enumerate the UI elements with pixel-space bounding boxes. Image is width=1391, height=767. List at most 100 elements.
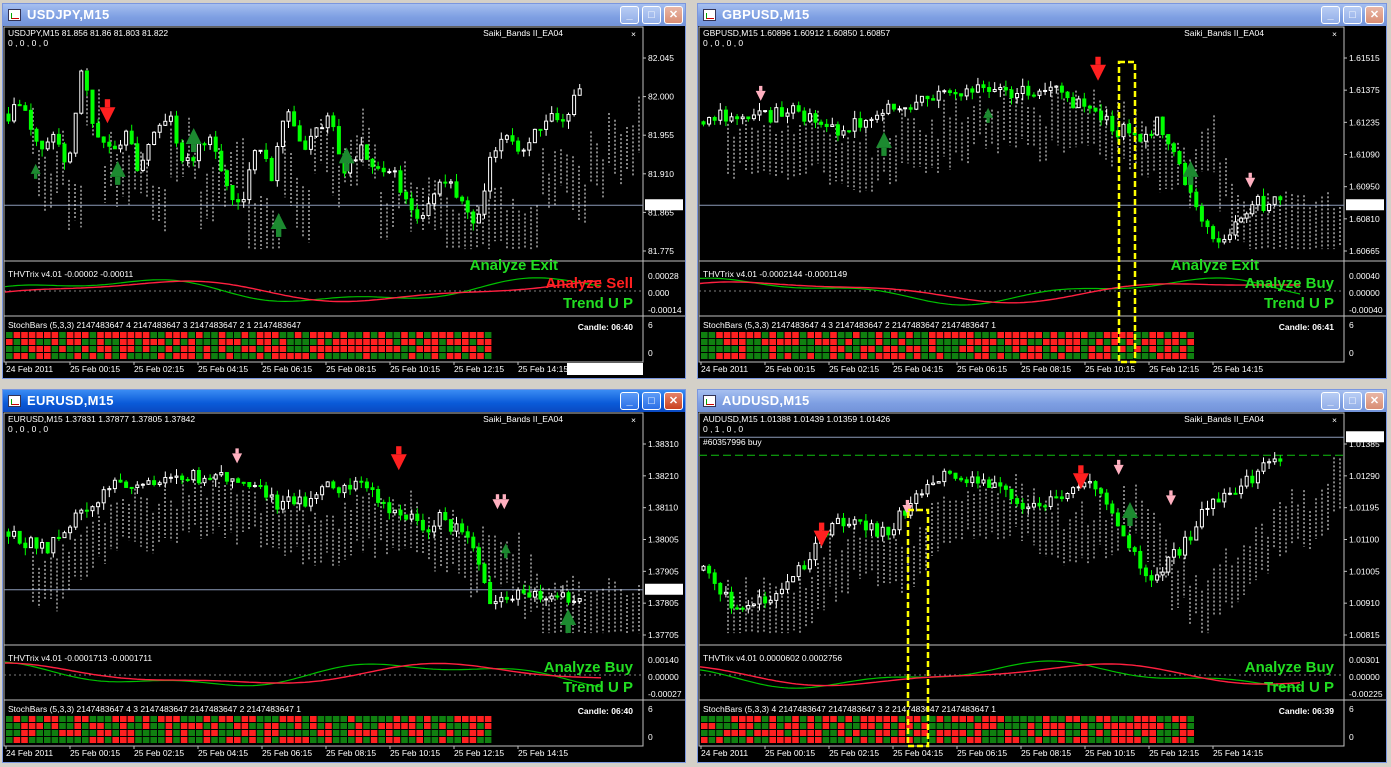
candle-body <box>79 70 84 114</box>
stochbar-cell <box>294 332 302 338</box>
title-bar[interactable]: GBPUSD,M15 _ □ ✕ <box>698 4 1386 26</box>
stochbar-cell <box>989 716 997 722</box>
chart-window-audusd[interactable]: AUDUSD,M15 _ □ ✕ AUDUSD,M15 1.01388 1.01… <box>697 389 1387 763</box>
maximize-button[interactable]: □ <box>1343 6 1362 24</box>
minimize-button[interactable]: _ <box>620 6 639 24</box>
stochbar-cell <box>120 730 127 736</box>
close-icon: ✕ <box>668 9 679 21</box>
candle-body <box>1143 133 1148 142</box>
stochbar-cell <box>89 346 97 352</box>
stochbar-cell <box>104 723 112 729</box>
stochbar-cell <box>1065 332 1073 338</box>
candle-body <box>1205 220 1210 228</box>
candle-timer: Candle: 06:40 <box>578 706 634 716</box>
stochbar-cell <box>1088 353 1096 359</box>
ea-close-icon[interactable]: × <box>631 415 636 425</box>
stochbar-cell <box>51 353 59 359</box>
price-label: 1.38110 <box>648 503 678 513</box>
stochbar-cell <box>1119 723 1126 729</box>
candle-body <box>213 474 218 480</box>
stochbar-cell <box>830 723 837 729</box>
stochbar-cell <box>287 353 294 359</box>
stochbar-cell <box>1020 737 1027 743</box>
ea-close-icon[interactable]: × <box>1332 415 1337 425</box>
stochbar-cell <box>317 737 325 743</box>
stochbar-cell <box>173 339 180 345</box>
candle-body <box>1003 485 1008 490</box>
ea-close-icon[interactable]: × <box>631 29 636 39</box>
candle-body <box>1115 512 1120 527</box>
stochbar-cell <box>799 716 807 722</box>
stochbar-cell <box>218 353 226 359</box>
candle-body <box>325 481 330 488</box>
chart-window-usdjpy[interactable]: USDJPY,M15 _ □ ✕ USDJPY,M15 81.856 81.86… <box>2 3 686 379</box>
maximize-button[interactable]: □ <box>642 6 661 24</box>
chart-canvas[interactable]: EURUSD,M15 1.37831 1.37877 1.37805 1.378… <box>3 412 685 762</box>
stochbar-cell <box>454 353 461 359</box>
chart-canvas[interactable]: USDJPY,M15 81.856 81.86 81.803 81.8220 ,… <box>3 26 685 378</box>
chart-window-gbpusd[interactable]: GBPUSD,M15 _ □ ✕ GBPUSD,M15 1.60896 1.60… <box>697 3 1387 379</box>
chart-canvas[interactable]: AUDUSD,M15 1.01388 1.01439 1.01359 1.014… <box>698 412 1386 762</box>
stochbar-cell <box>104 737 112 743</box>
stochbar-cell <box>891 716 898 722</box>
stochbar-cell <box>454 332 461 338</box>
stochbar-cell <box>913 723 921 729</box>
maximize-button[interactable]: □ <box>642 392 661 410</box>
symbol-ohlc-header: GBPUSD,M15 1.60896 1.60912 1.60850 1.608… <box>703 28 890 38</box>
date-label: 24 Feb 2011 <box>701 364 748 374</box>
candle-body <box>1065 492 1070 500</box>
close-button[interactable]: ✕ <box>1365 392 1384 410</box>
stochbar-cell <box>348 723 355 729</box>
stochbar-cell <box>401 737 408 743</box>
thvtrix-scale-label: 0.00140 <box>648 655 679 665</box>
stochbar-cell <box>807 737 814 743</box>
stochbar-cell <box>272 346 279 352</box>
stochbar-cell <box>1096 353 1103 359</box>
title-bar[interactable]: AUDUSD,M15 _ □ ✕ <box>698 390 1386 412</box>
stochbar-cell <box>1058 339 1065 345</box>
close-button[interactable]: ✕ <box>1365 6 1384 24</box>
title-bar[interactable]: USDJPY,M15 _ □ ✕ <box>3 4 685 26</box>
date-label: 24 Feb 2011 <box>701 748 748 758</box>
candle-body <box>757 110 762 116</box>
stochbar-cell <box>302 332 309 338</box>
title-bar[interactable]: EURUSD,M15 _ □ ✕ <box>3 390 685 412</box>
candle-timer: Candle: 06:41 <box>1279 322 1335 332</box>
candle-body <box>852 118 857 132</box>
minimize-button[interactable]: _ <box>1321 6 1340 24</box>
date-label: 25 Feb 08:15 <box>326 364 376 374</box>
minimize-button[interactable]: _ <box>1321 392 1340 410</box>
date-label: 25 Feb 14:15 <box>518 364 568 374</box>
stochbar-cell <box>112 332 119 338</box>
stochbar-cell <box>868 723 875 729</box>
stochbar-cell <box>1035 332 1042 338</box>
stochbar-cell <box>875 353 883 359</box>
candle-body <box>96 502 101 508</box>
minimize-button[interactable]: _ <box>620 392 639 410</box>
stochbar-cell <box>1088 339 1096 345</box>
stochbar-cell <box>188 339 195 345</box>
stochbar-cell <box>1005 716 1012 722</box>
stochbar-cell <box>777 332 784 338</box>
candle-body <box>40 541 45 549</box>
stochbar-cell <box>264 716 271 722</box>
stochbar-cell <box>256 730 264 736</box>
stochbar-cell <box>104 346 112 352</box>
stochbar-cell <box>310 716 317 722</box>
stochbar-cell <box>913 737 921 743</box>
stochbar-cell <box>66 730 74 736</box>
stochbar-cell <box>951 346 959 352</box>
chart-canvas[interactable]: GBPUSD,M15 1.60896 1.60912 1.60850 1.608… <box>698 26 1386 378</box>
stochbar-cell <box>74 353 81 359</box>
stochbar-cell <box>294 353 302 359</box>
stochbar-cell <box>393 716 401 722</box>
candle-body <box>577 88 582 96</box>
close-button[interactable]: ✕ <box>664 392 683 410</box>
ea-close-icon[interactable]: × <box>1332 29 1337 39</box>
maximize-button[interactable]: □ <box>1343 392 1362 410</box>
stochbar-cell <box>1081 716 1088 722</box>
candle-body <box>185 157 190 162</box>
close-button[interactable]: ✕ <box>664 6 683 24</box>
chart-window-eurusd[interactable]: EURUSD,M15 _ □ ✕ EURUSD,M15 1.37831 1.37… <box>2 389 686 763</box>
candle-body <box>1222 492 1227 503</box>
